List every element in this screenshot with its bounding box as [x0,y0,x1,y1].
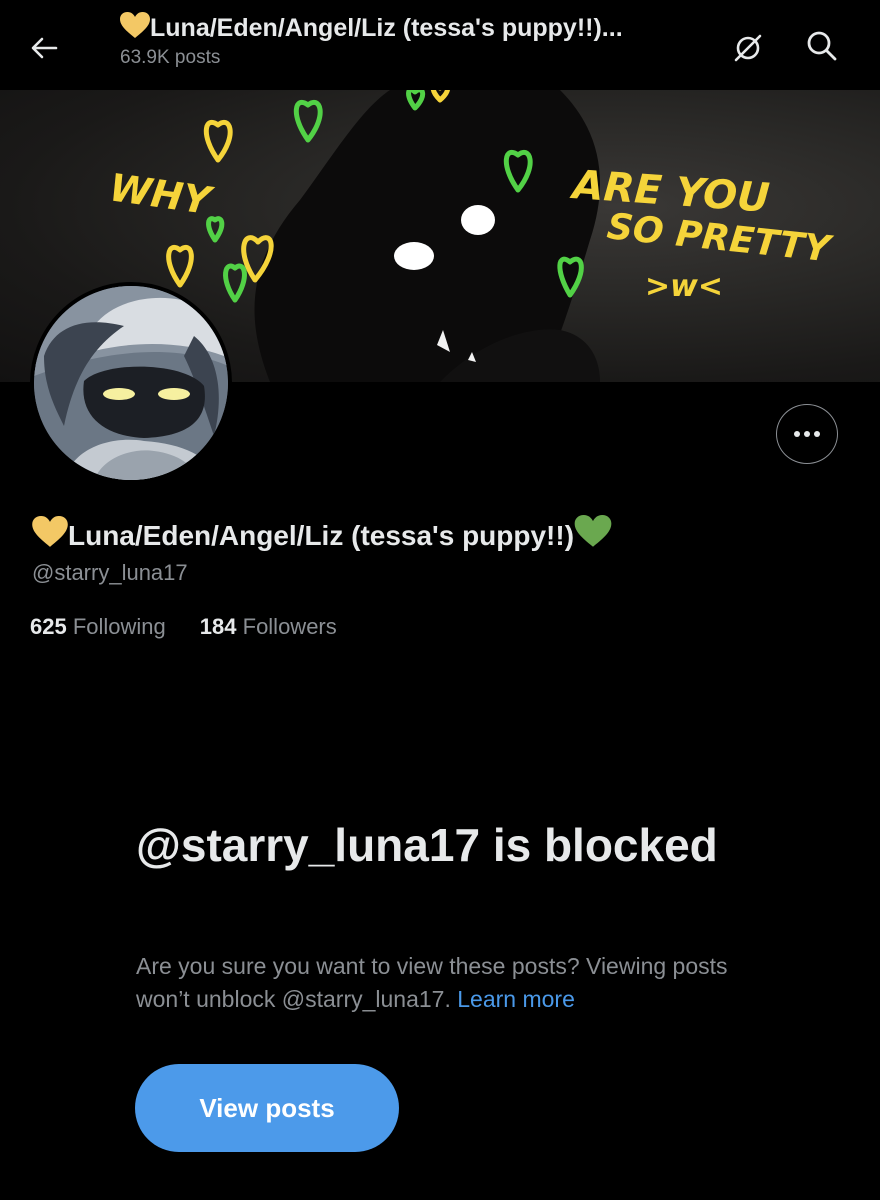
mute-button[interactable] [726,26,770,70]
back-button[interactable] [22,26,66,70]
blocked-description: Are you sure you want to view these post… [136,950,756,1016]
header-title-group: Luna/Eden/Angel/Liz (tessa's puppy!!)...… [120,12,720,69]
search-icon [807,31,837,61]
display-name: Luna/Eden/Angel/Liz (tessa's puppy!!) [68,520,575,551]
blocked-title: @starry_luna17 is blocked [136,819,718,871]
header-title-row: Luna/Eden/Angel/Liz (tessa's puppy!!)... [120,12,720,43]
arrow-left-icon [31,37,58,59]
followers-link[interactable]: 184 Followers [200,614,337,640]
blocked-description-text: Are you sure you want to view these post… [136,953,728,1012]
more-options-button[interactable] [776,404,838,464]
avatar-image [34,286,228,480]
view-posts-button[interactable]: View posts [135,1064,399,1152]
header-title: Luna/Eden/Angel/Liz (tessa's puppy!!)... [150,14,623,42]
green-heart-icon [574,515,612,547]
search-button[interactable] [800,24,844,68]
following-label: Following [72,614,166,639]
profile-handle: @starry_luna17 [32,560,188,585]
display-name-row: Luna/Eden/Angel/Liz (tessa's puppy!!) [32,515,612,552]
posts-count: 63.9K posts [120,47,221,68]
following-count: 625 [30,614,67,639]
banner-text-why: WHY [107,165,217,223]
followers-label: Followers [242,614,337,639]
learn-more-link[interactable]: Learn more [457,986,575,1012]
avatar[interactable] [30,282,232,484]
top-bar: Luna/Eden/Angel/Liz (tessa's puppy!!)...… [0,0,880,90]
yellow-heart-icon [120,12,150,38]
yellow-heart-icon [32,516,68,547]
banner-text-line3: >w< [645,269,723,304]
follow-stats: 625 Following 184 Followers [30,614,337,640]
more-options-icon [794,431,820,437]
mute-icon [734,34,762,62]
following-link[interactable]: 625 Following [30,614,166,640]
followers-count: 184 [199,614,237,639]
